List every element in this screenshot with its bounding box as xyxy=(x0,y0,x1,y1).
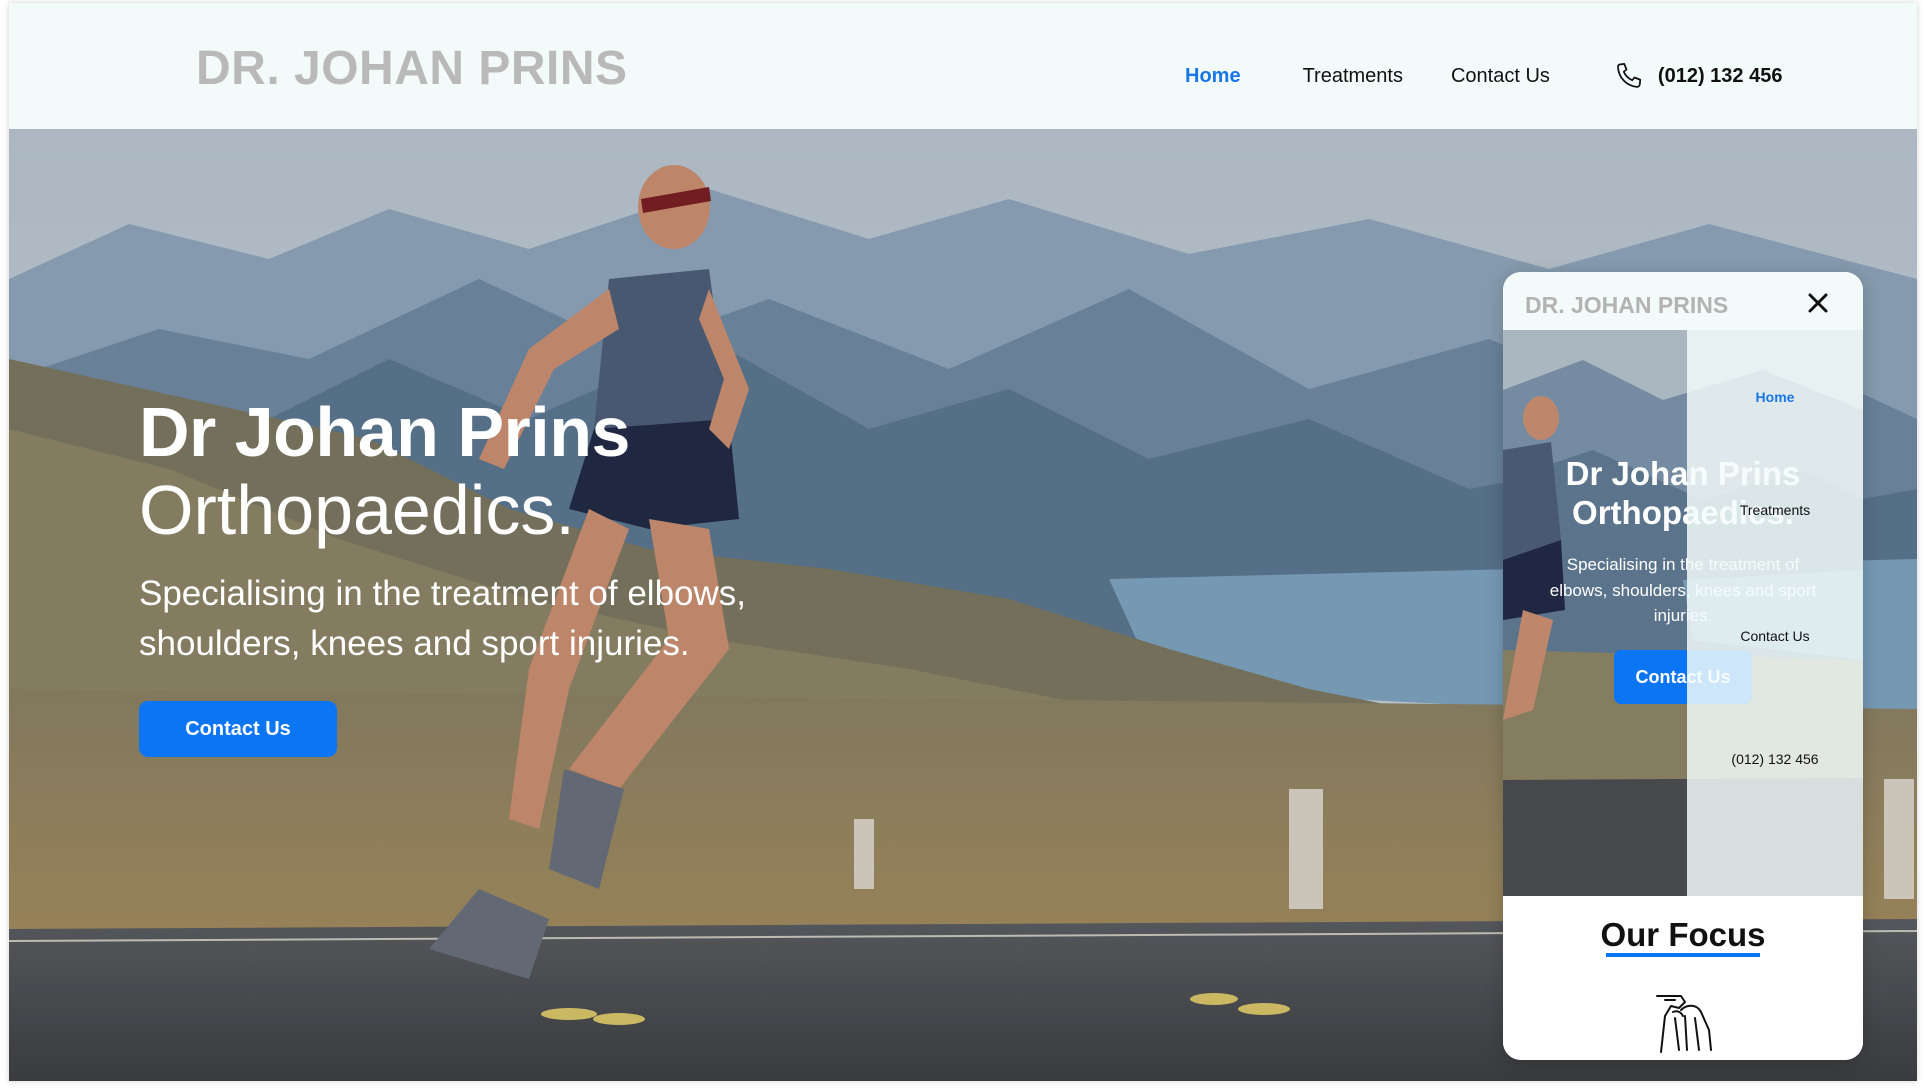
main-nav: Home Treatments Contact Us (012) 132 456 xyxy=(1185,61,1782,91)
mobile-nav-drawer: Home Treatments Contact Us (012) 132 456 xyxy=(1687,330,1863,896)
focus-title: Our Focus xyxy=(1600,916,1766,953)
nav-home-link[interactable]: Home xyxy=(1185,66,1241,86)
mobile-preview: DR. JOHAN PRINS Dr Johan Prins Orthopaed… xyxy=(1503,272,1863,1060)
site-logo[interactable]: DR. JOHAN PRINS xyxy=(196,45,628,93)
hero-title: Dr Johan Prins xyxy=(139,393,630,471)
browser-frame: DR. JOHAN PRINS Home Treatments Contact … xyxy=(9,3,1917,1081)
close-icon[interactable] xyxy=(1805,290,1831,316)
mobile-header: DR. JOHAN PRINS xyxy=(1503,272,1863,330)
mobile-logo[interactable]: DR. JOHAN PRINS xyxy=(1525,294,1728,317)
phone-link[interactable]: (012) 132 456 xyxy=(1614,61,1783,91)
hero-description: Specialising in the treatment of elbows,… xyxy=(139,574,746,663)
focus-section: Our Focus xyxy=(1503,896,1863,1060)
mobile-hero: Dr Johan Prins Orthopaedics. Specialisin… xyxy=(1503,330,1863,896)
focus-title-underline xyxy=(1606,953,1760,957)
nav-contact-link[interactable]: Contact Us xyxy=(1451,66,1550,86)
mobile-nav-contact-link[interactable]: Contact Us xyxy=(1687,629,1863,643)
mobile-nav-home-link[interactable]: Home xyxy=(1687,390,1863,404)
phone-icon xyxy=(1617,63,1642,88)
shoulder-joint-icon xyxy=(1656,995,1712,1053)
mobile-nav-phone-link[interactable]: (012) 132 456 xyxy=(1687,752,1863,766)
mobile-nav-treatments-link[interactable]: Treatments xyxy=(1687,503,1863,517)
hero-subtitle: Orthopaedics. xyxy=(139,471,575,549)
nav-treatments-link[interactable]: Treatments xyxy=(1303,66,1403,86)
site-header: DR. JOHAN PRINS Home Treatments Contact … xyxy=(9,3,1917,129)
phone-number: (012) 132 456 xyxy=(1657,65,1783,87)
hero-contact-button[interactable]: Contact Us xyxy=(139,701,337,757)
